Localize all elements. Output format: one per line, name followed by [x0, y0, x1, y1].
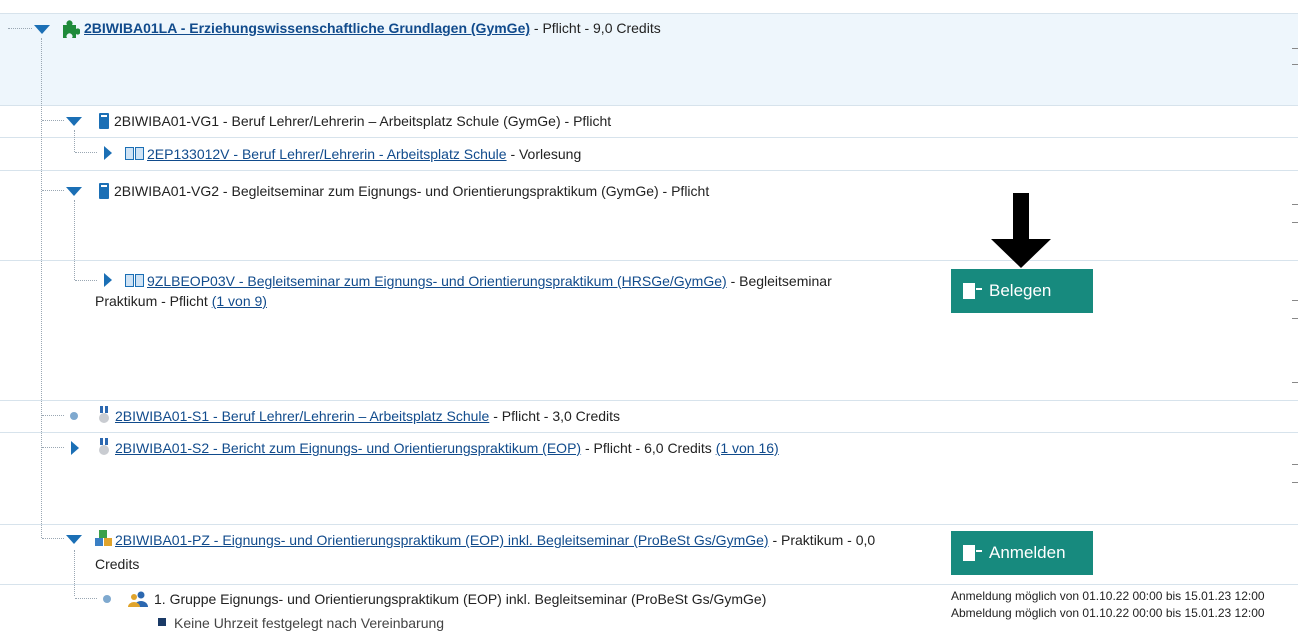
s1-link[interactable]: 2BIWIBA01-S1 - Beruf Lehrer/Lehrerin – A… — [115, 408, 489, 424]
anmelden-button[interactable]: Anmelden — [951, 531, 1093, 575]
group-note: Keine Uhrzeit festgelegt nach Vereinbaru… — [174, 615, 445, 631]
s2-count-link[interactable]: (1 von 16) — [716, 440, 779, 456]
belegen-label: Belegen — [989, 281, 1052, 300]
collapse-toggle-pz[interactable] — [66, 535, 82, 544]
book-icon — [99, 183, 109, 199]
down-arrow-icon — [991, 193, 1051, 268]
vg1-child-link[interactable]: 2EP133012V - Beruf Lehrer/Lehrerin - Arb… — [147, 146, 507, 162]
collapse-toggle-vg1[interactable] — [66, 117, 82, 126]
vg2-child-link[interactable]: 9ZLBEOP03V - Begleitseminar zum Eignungs… — [147, 273, 727, 289]
book-icon — [99, 113, 109, 129]
group-users-icon — [128, 591, 148, 607]
open-book-icon — [125, 274, 145, 287]
medal-icon — [99, 406, 109, 423]
s2-suffix: - Pflicht - 6,0 Credits — [584, 440, 712, 456]
vg2-child-item: 9ZLBEOP03V - Begleitseminar zum Eignungs… — [147, 272, 832, 290]
pz-suffix: - Praktikum - 0,0 — [772, 532, 876, 548]
s2-link[interactable]: 2BIWIBA01-S2 - Bericht zum Eignungs- und… — [115, 440, 581, 456]
root-link[interactable]: 2BIWIBA01LA - Erziehungswissenschaftlich… — [84, 20, 530, 36]
s2-item: 2BIWIBA01-S2 - Bericht zum Eignungs- und… — [115, 439, 779, 457]
s1-item: 2BIWIBA01-S1 - Beruf Lehrer/Lehrerin – A… — [115, 407, 620, 425]
puzzle-icon — [63, 20, 80, 38]
anmelden-label: Anmelden — [989, 543, 1066, 562]
leaf-dot — [70, 412, 78, 420]
abmeldung-info: Abmeldung möglich von 01.10.22 00:00 bis… — [951, 606, 1265, 620]
vg2-child-suffix: - Begleitseminar — [730, 273, 832, 289]
medal-icon — [99, 438, 109, 455]
root-suffix: - Pflicht - 9,0 Credits — [533, 20, 661, 36]
belegen-button[interactable]: Belegen — [951, 269, 1093, 313]
enter-door-icon — [963, 283, 982, 299]
vg2-title: 2BIWIBA01-VG2 - Begleitseminar zum Eignu… — [114, 183, 710, 199]
enter-door-icon — [963, 545, 982, 561]
pz-item: 2BIWIBA01-PZ - Eignungs- und Orientierun… — [115, 531, 875, 549]
group-title: 1. Gruppe Eignungs- und Orientierungspra… — [154, 591, 767, 607]
expand-toggle-s2[interactable] — [71, 441, 79, 455]
s1-suffix: - Pflicht - 3,0 Credits — [493, 408, 621, 424]
expand-toggle-vg1-child[interactable] — [104, 146, 112, 160]
cubes-icon — [95, 530, 112, 546]
pz-link[interactable]: 2BIWIBA01-PZ - Eignungs- und Orientierun… — [115, 532, 769, 548]
vg2-child-count-link[interactable]: (1 von 9) — [212, 293, 267, 309]
anmeldung-info: Anmeldung möglich von 01.10.22 00:00 bis… — [951, 589, 1265, 603]
collapse-toggle-root[interactable] — [34, 25, 50, 34]
vg1-child-item: 2EP133012V - Beruf Lehrer/Lehrerin - Arb… — [147, 145, 581, 163]
collapse-toggle-vg2[interactable] — [66, 187, 82, 196]
leaf-dot — [103, 595, 111, 603]
expand-toggle-vg2-child[interactable] — [104, 273, 112, 287]
vg1-title: 2BIWIBA01-VG1 - Beruf Lehrer/Lehrerin – … — [114, 113, 612, 129]
vg2-child-line2: Praktikum - Pflicht (1 von 9) — [95, 292, 267, 310]
vg1-child-suffix: - Vorlesung — [510, 146, 582, 162]
vg2-child-type: Praktikum - Pflicht — [95, 293, 208, 309]
root-item: 2BIWIBA01LA - Erziehungswissenschaftlich… — [84, 19, 661, 37]
pz-line2: Credits — [95, 556, 140, 572]
open-book-icon — [125, 147, 145, 160]
bullet-square — [158, 618, 166, 626]
